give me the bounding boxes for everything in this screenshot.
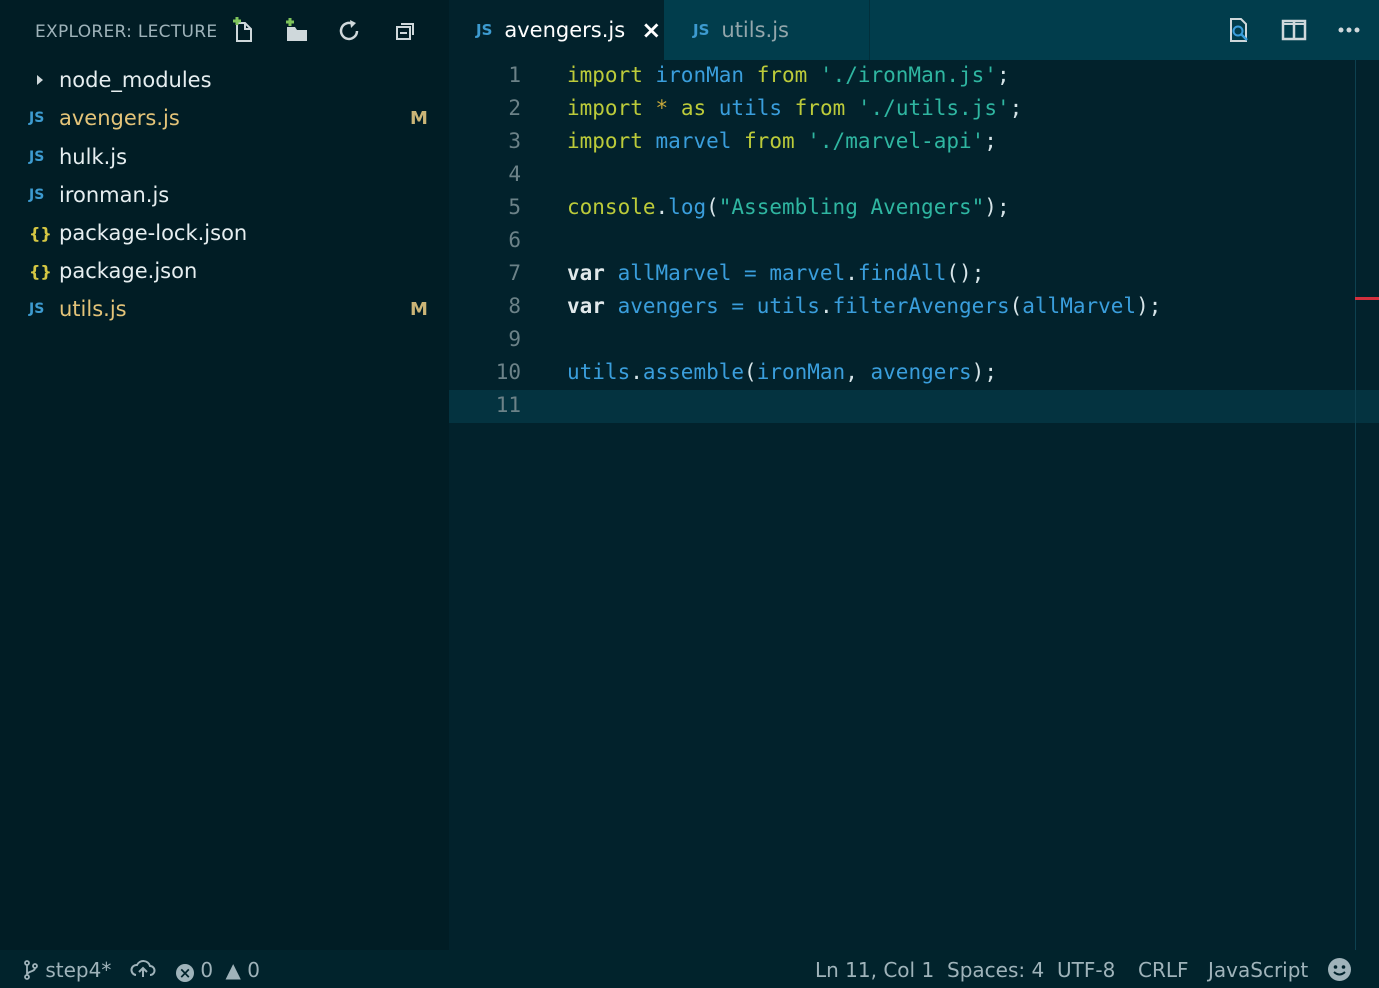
- code-text: var allMarvel = marvel.findAll();: [567, 261, 985, 285]
- line-number: 4: [508, 162, 521, 186]
- tree-item-package-json[interactable]: {} package.json: [0, 252, 449, 290]
- tab-label: utils.js: [721, 18, 789, 42]
- code-line[interactable]: 5 console.log("Assembling Avengers");: [449, 192, 1379, 225]
- branch-name: step4*: [45, 958, 112, 982]
- tab-utils-js[interactable]: JS utils.js: [664, 0, 870, 60]
- explorer-header: EXPLORER: LECTURE: [0, 0, 449, 62]
- code-text: import marvel from './marvel-api';: [567, 129, 997, 153]
- code-line[interactable]: 10 utils.assemble(ironMan, avengers);: [449, 357, 1379, 390]
- code-line-current[interactable]: 11: [449, 390, 1379, 423]
- code-line[interactable]: 4: [449, 159, 1379, 192]
- json-file-icon: {}: [29, 223, 52, 243]
- encoding[interactable]: UTF-8: [1057, 958, 1115, 982]
- code-line[interactable]: 2 import * as utils from './utils.js';: [449, 93, 1379, 126]
- overview-ruler: [1355, 60, 1356, 950]
- line-number: 11: [495, 393, 521, 417]
- tree-item-package-lock-json[interactable]: {} package-lock.json: [0, 214, 449, 252]
- json-file-icon: {}: [29, 261, 52, 281]
- line-number: 3: [508, 129, 521, 153]
- warning-icon: ▲: [225, 958, 241, 982]
- tree-item-hulk-js[interactable]: JS hulk.js: [0, 138, 449, 176]
- problems-indicator[interactable]: × 0 ▲ 0: [176, 958, 260, 982]
- tab-avengers-js[interactable]: JS avengers.js ×: [449, 0, 664, 60]
- open-changes-icon[interactable]: [1225, 16, 1253, 44]
- split-editor-icon[interactable]: [1280, 16, 1308, 44]
- tree-item-label: package-lock.json: [59, 221, 248, 245]
- tree-item-utils-js[interactable]: JS utils.js M: [0, 290, 449, 328]
- line-number: 2: [508, 96, 521, 120]
- js-file-icon: JS: [29, 187, 45, 203]
- modified-badge: M: [410, 298, 428, 320]
- code-line[interactable]: 9: [449, 324, 1379, 357]
- js-file-icon: JS: [29, 301, 45, 317]
- tree-item-label: avengers.js: [59, 106, 180, 130]
- js-file-icon: JS: [693, 21, 710, 39]
- language-mode[interactable]: JavaScript: [1208, 958, 1308, 982]
- line-number: 8: [508, 294, 521, 318]
- code-text: import ironMan from './ironMan.js';: [567, 63, 1010, 87]
- cursor-position[interactable]: Ln 11, Col 1: [815, 958, 934, 982]
- line-number: 6: [508, 228, 521, 252]
- git-branch-icon: [24, 960, 38, 980]
- code-line[interactable]: 6: [449, 225, 1379, 258]
- warning-count: 0: [247, 958, 260, 982]
- code-text: import * as utils from './utils.js';: [567, 96, 1023, 120]
- chevron-right-icon[interactable]: [35, 74, 45, 86]
- overview-ruler-marker: [1355, 297, 1379, 300]
- explorer-sidebar: EXPLORER: LECTURE node_modules JS avenge…: [0, 0, 449, 950]
- status-bar: step4* × 0 ▲ 0 Ln 11, Col 1 Spaces: 4 UT…: [0, 950, 1379, 988]
- tab-bar: JS avengers.js × JS utils.js: [449, 0, 1379, 60]
- tree-item-label: package.json: [59, 259, 198, 283]
- line-ending[interactable]: CRLF: [1138, 958, 1189, 982]
- js-file-icon: JS: [29, 110, 45, 126]
- tree-item-label: node_modules: [59, 68, 212, 92]
- more-actions-icon[interactable]: [1335, 16, 1363, 44]
- js-file-icon: JS: [476, 21, 493, 39]
- refresh-icon[interactable]: [336, 17, 364, 45]
- code-editor[interactable]: 1 import ironMan from './ironMan.js'; 2 …: [449, 60, 1379, 950]
- smiley-feedback-icon[interactable]: [1327, 957, 1352, 982]
- new-file-icon[interactable]: [229, 17, 257, 45]
- line-number: 7: [508, 261, 521, 285]
- tree-item-node-modules[interactable]: node_modules: [0, 61, 449, 99]
- code-line[interactable]: 8 var avengers = utils.filterAvengers(al…: [449, 291, 1379, 324]
- js-file-icon: JS: [29, 149, 45, 165]
- code-line[interactable]: 3 import marvel from './marvel-api';: [449, 126, 1379, 159]
- error-count: 0: [200, 958, 214, 982]
- close-icon[interactable]: ×: [641, 16, 661, 44]
- line-number: 9: [508, 327, 521, 351]
- collapse-all-icon[interactable]: [392, 17, 420, 45]
- tree-item-ironman-js[interactable]: JS ironman.js: [0, 176, 449, 214]
- code-text: console.log("Assembling Avengers");: [567, 195, 1010, 219]
- code-line[interactable]: 1 import ironMan from './ironMan.js';: [449, 60, 1379, 93]
- new-folder-icon[interactable]: [283, 17, 311, 45]
- error-icon: ×: [176, 964, 194, 982]
- line-number: 1: [508, 63, 521, 87]
- sync-cloud-icon[interactable]: [130, 959, 156, 979]
- line-number: 5: [508, 195, 521, 219]
- line-number: 10: [495, 360, 521, 384]
- modified-badge: M: [410, 107, 428, 129]
- code-text: utils.assemble(ironMan, avengers);: [567, 360, 997, 384]
- tab-label: avengers.js: [504, 18, 626, 42]
- explorer-title: EXPLORER: LECTURE: [35, 22, 218, 42]
- tree-item-label: ironman.js: [59, 183, 170, 207]
- code-line[interactable]: 7 var allMarvel = marvel.findAll();: [449, 258, 1379, 291]
- branch-indicator[interactable]: step4*: [23, 958, 111, 982]
- tree-item-label: utils.js: [59, 297, 127, 321]
- tree-item-avengers-js[interactable]: JS avengers.js M: [0, 99, 449, 137]
- code-text: var avengers = utils.filterAvengers(allM…: [567, 294, 1162, 318]
- indentation[interactable]: Spaces: 4: [947, 958, 1044, 982]
- tree-item-label: hulk.js: [59, 145, 128, 169]
